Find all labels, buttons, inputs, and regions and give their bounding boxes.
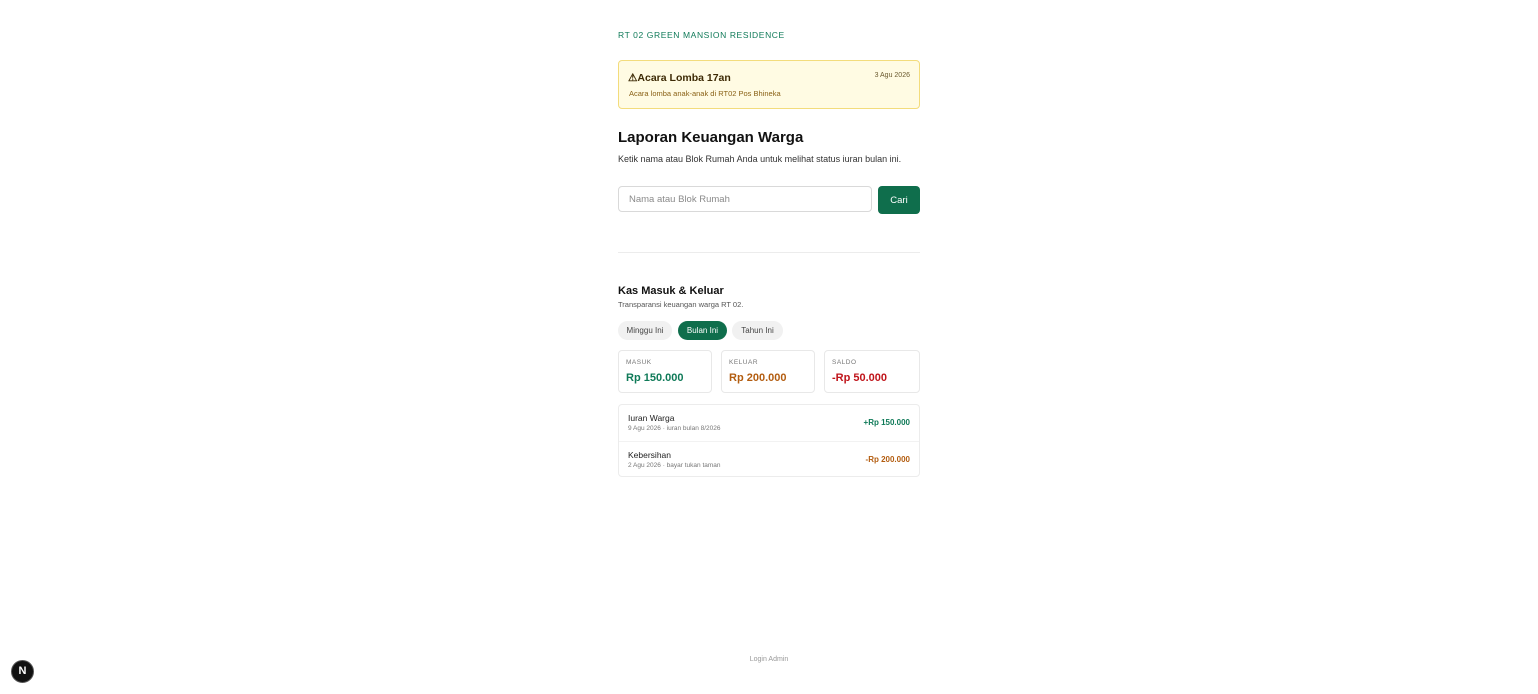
stat-label: MASUK <box>626 359 652 366</box>
stat-value: Rp 200.000 <box>729 372 787 384</box>
transaction-amount: -Rp 200.000 <box>865 455 910 464</box>
login-admin-link[interactable]: Login Admin <box>618 656 920 663</box>
section-divider <box>618 252 920 253</box>
stat-card-saldo: SALDO -Rp 50.000 <box>824 350 920 393</box>
warning-icon: ⚠ <box>628 72 638 84</box>
stat-card-keluar: KELUAR Rp 200.000 <box>721 350 815 393</box>
stat-card-masuk: MASUK Rp 150.000 <box>618 350 712 393</box>
search-button[interactable]: Cari <box>878 186 920 214</box>
stat-value: Rp 150.000 <box>626 372 684 384</box>
cash-section-description: Transparansi keuangan warga RT 02. <box>618 300 744 309</box>
announcement-body: Acara lomba anak-anak di RT02 Pos Bhinek… <box>629 89 781 98</box>
transaction-amount: +Rp 150.000 <box>863 418 910 427</box>
transaction-meta: 2 Agu 2026 · bayar tukan taman <box>628 462 721 469</box>
tab-tahun-ini[interactable]: Tahun Ini <box>732 321 783 340</box>
announcement-title: Acara Lomba 17an <box>637 72 731 84</box>
tab-bulan-ini[interactable]: Bulan Ini <box>678 321 727 340</box>
announcement-card: ⚠Acara Lomba 17an 3 Agu 2026 Acara lomba… <box>618 60 920 109</box>
announcement-date: 3 Agu 2026 <box>874 72 910 79</box>
stat-value: -Rp 50.000 <box>832 372 888 384</box>
page-title: Laporan Keuangan Warga <box>618 129 804 146</box>
transaction-title: Kebersihan <box>628 450 672 460</box>
nextjs-logo-icon[interactable]: N <box>11 660 34 683</box>
transaction-meta: 9 Agu 2026 · iuran bulan 8/2026 <box>628 425 721 432</box>
transaction-row: Kebersihan 2 Agu 2026 · bayar tukan tama… <box>619 441 919 478</box>
transaction-row: Iuran Warga 9 Agu 2026 · iuran bulan 8/2… <box>619 405 919 441</box>
cash-section-title: Kas Masuk & Keluar <box>618 285 724 297</box>
org-name: RT 02 GREEN MANSION RESIDENCE <box>618 30 785 40</box>
page-subtitle: Ketik nama atau Blok Rumah Anda untuk me… <box>618 154 902 164</box>
transaction-title: Iuran Warga <box>628 413 675 423</box>
stat-label: SALDO <box>832 359 857 366</box>
stat-label: KELUAR <box>729 359 759 366</box>
search-input[interactable] <box>618 186 872 212</box>
tab-minggu-ini[interactable]: Minggu Ini <box>618 321 672 340</box>
transaction-list: Iuran Warga 9 Agu 2026 · iuran bulan 8/2… <box>618 404 920 477</box>
announcement-title-row: ⚠Acara Lomba 17an <box>628 72 731 84</box>
